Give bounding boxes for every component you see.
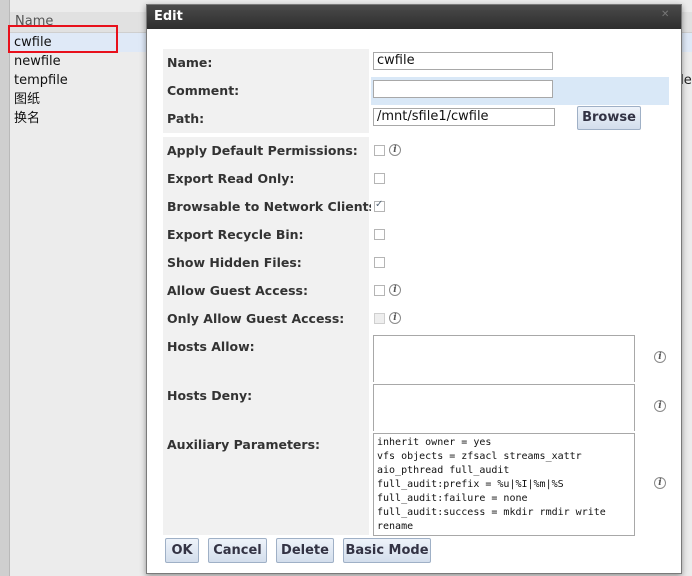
basic-mode-button[interactable]: Basic Mode — [343, 538, 431, 563]
browsable-label: Browsable to Network Clients: — [167, 199, 382, 214]
cancel-button[interactable]: Cancel — [208, 538, 267, 563]
row-hosts-deny: Hosts Deny: i — [163, 382, 669, 432]
auxiliary-parameters-textarea[interactable]: inherit owner = yes vfs objects = zfsacl… — [373, 433, 635, 536]
info-icon[interactable]: i — [654, 400, 666, 412]
show-hidden-files-label: Show Hidden Files: — [167, 255, 302, 270]
path-input[interactable]: /mnt/sfile1/cwfile — [373, 108, 555, 126]
row-name: Name: cwfile — [163, 49, 669, 77]
row-export-recycle-bin: Export Recycle Bin: — [163, 221, 669, 249]
info-icon[interactable]: i — [389, 284, 401, 296]
export-recycle-bin-checkbox[interactable] — [374, 229, 385, 240]
info-icon[interactable]: i — [389, 312, 401, 324]
hosts-deny-label: Hosts Deny: — [167, 388, 253, 403]
browsable-checkbox[interactable] — [374, 199, 385, 212]
only-allow-guest-access-label: Only Allow Guest Access: — [167, 311, 345, 326]
row-only-allow-guest-access: Only Allow Guest Access: i — [163, 305, 669, 333]
name-input[interactable]: cwfile — [373, 52, 553, 70]
info-icon[interactable]: i — [389, 144, 401, 156]
apply-default-permissions-checkbox[interactable] — [374, 145, 385, 156]
row-apply-default-permissions: Apply Default Permissions: i — [163, 137, 669, 165]
annotation-highlight-box — [8, 25, 118, 53]
row-auxiliary-parameters: Auxiliary Parameters: inherit owner = ye… — [163, 431, 669, 536]
share-row[interactable]: 换名 — [14, 109, 40, 128]
ok-button[interactable]: OK — [165, 538, 199, 563]
browse-button[interactable]: Browse — [577, 106, 641, 130]
info-icon[interactable]: i — [654, 351, 666, 363]
row-hosts-allow: Hosts Allow: i — [163, 333, 669, 383]
hosts-deny-textarea[interactable] — [373, 384, 635, 432]
left-panel-strip — [0, 0, 10, 576]
name-label: Name: — [167, 55, 213, 70]
share-row[interactable]: 图纸 — [14, 90, 40, 109]
comment-label: Comment: — [167, 83, 240, 98]
comment-input[interactable] — [373, 80, 553, 98]
close-icon[interactable]: ✕ — [661, 10, 671, 20]
hosts-allow-label: Hosts Allow: — [167, 339, 255, 354]
allow-guest-access-label: Allow Guest Access: — [167, 283, 308, 298]
row-allow-guest-access: Allow Guest Access: i — [163, 277, 669, 305]
row-browsable: Browsable to Network Clients: — [163, 193, 669, 221]
allow-guest-access-checkbox[interactable] — [374, 285, 385, 296]
hosts-allow-textarea[interactable] — [373, 335, 635, 383]
auxiliary-parameters-label: Auxiliary Parameters: — [167, 437, 321, 452]
edit-dialog: Edit ✕ Name: cwfile Comment: Path: /mnt/… — [146, 4, 682, 574]
dialog-titlebar[interactable]: Edit ✕ — [147, 5, 681, 29]
export-read-only-checkbox[interactable] — [374, 173, 385, 184]
only-allow-guest-access-checkbox[interactable] — [374, 313, 385, 324]
export-recycle-bin-label: Export Recycle Bin: — [167, 227, 304, 242]
path-label: Path: — [167, 111, 205, 126]
dialog-title: Edit — [154, 9, 183, 24]
delete-button[interactable]: Delete — [276, 538, 334, 563]
share-row[interactable]: newfile — [14, 52, 61, 71]
export-read-only-label: Export Read Only: — [167, 171, 295, 186]
info-icon[interactable]: i — [654, 477, 666, 489]
row-comment: Comment: — [163, 77, 669, 105]
show-hidden-files-checkbox[interactable] — [374, 257, 385, 268]
row-show-hidden-files: Show Hidden Files: — [163, 249, 669, 277]
row-path: Path: /mnt/sfile1/cwfile Browse — [163, 105, 669, 133]
apply-default-permissions-label: Apply Default Permissions: — [167, 143, 358, 158]
row-export-read-only: Export Read Only: — [163, 165, 669, 193]
share-row[interactable]: tempfile — [14, 71, 68, 90]
